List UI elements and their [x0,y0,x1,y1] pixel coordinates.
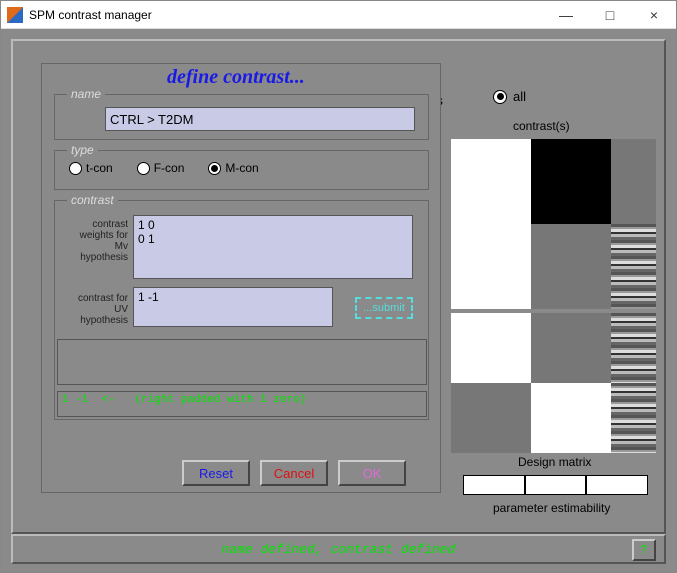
contrast-name-input[interactable] [105,107,415,131]
radio-dot-icon [208,162,221,175]
param-estim-boxes [463,475,648,495]
radio-dot-icon [137,162,150,175]
uv-weights-input[interactable]: 1 -1 [133,287,333,327]
param-estim-label: parameter estimability [493,501,610,515]
uv-weights-label: contrast for UV hypothesis [68,293,128,326]
contrast-legend: contrast [67,193,118,207]
contrast-fieldset: contrast contrast weights for Mv hypothe… [54,200,429,420]
define-heading: define contrast... [167,66,305,89]
close-button[interactable]: × [632,1,676,28]
status-panel: name defined, contrast defined ? [11,534,666,564]
name-legend: name [67,87,105,101]
radio-m-label: M-con [225,161,258,175]
cancel-button[interactable]: Cancel [260,460,328,486]
design-matrix-label: Design matrix [518,455,591,469]
all-radio[interactable]: all [493,89,526,104]
contrasts-label: contrast(s) [513,119,570,133]
maximize-button[interactable]: □ [588,1,632,28]
name-fieldset: name [54,94,429,140]
radio-t-con[interactable]: t-con [69,161,113,175]
contrast-image [451,139,656,309]
type-legend: type [67,143,98,157]
main-panel: asts all contrast(s) [11,39,666,534]
radio-f-con[interactable]: F-con [137,161,185,175]
radio-dot-icon [69,162,82,175]
radio-t-label: t-con [86,161,113,175]
ok-button[interactable]: OK [338,460,406,486]
titlebar: SPM contrast manager — □ × [1,1,676,29]
minimize-button[interactable]: — [544,1,588,28]
message-box-2[interactable]: 1 -1 <- (right padded with 1 zero) [57,391,427,417]
mv-weights-label: contrast weights for Mv hypothesis [68,219,128,263]
window-title: SPM contrast manager [29,8,544,22]
type-fieldset: type t-con F-con M-con [54,150,429,190]
all-label: all [513,89,526,104]
app-icon [7,7,23,23]
radio-m-con[interactable]: M-con [208,161,258,175]
submit-button[interactable]: ...submit [355,297,413,319]
radio-dot-icon [493,90,507,104]
design-matrix-image [451,313,656,453]
status-text: name defined, contrast defined [221,542,455,557]
app-window: SPM contrast manager — □ × asts all cont… [0,0,677,573]
message-box-1[interactable] [57,339,427,385]
radio-f-label: F-con [154,161,185,175]
reset-button[interactable]: Reset [182,460,250,486]
define-contrast-panel: define contrast... name type t-con [41,63,441,493]
client-area: asts all contrast(s) [1,29,676,572]
help-button[interactable]: ? [632,539,656,561]
mv-weights-input[interactable]: 1 0 0 1 [133,215,413,279]
